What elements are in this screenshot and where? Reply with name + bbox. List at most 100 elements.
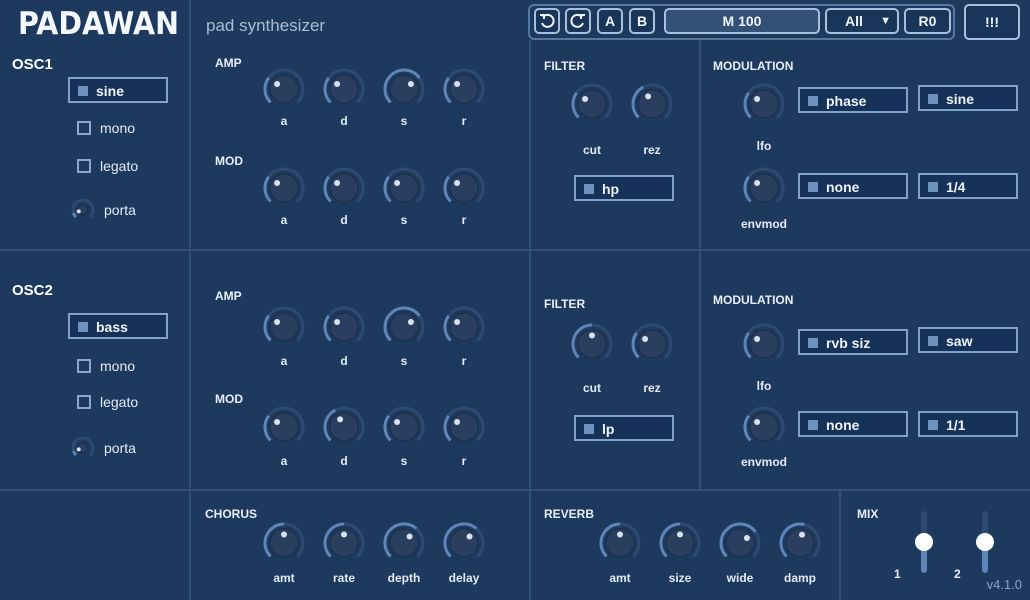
- osc1-env-target-select[interactable]: none: [798, 173, 908, 199]
- osc2-mod-d-label: d: [340, 454, 348, 468]
- osc1-amp-a-label: a: [280, 114, 288, 128]
- lfo-wave-indicator: [928, 94, 938, 104]
- osc1-filter-type-label: hp: [602, 181, 620, 197]
- osc2-cut-knob[interactable]: [570, 322, 614, 366]
- osc2-mod-s-label: s: [400, 454, 408, 468]
- osc1-amp-r-knob[interactable]: [442, 67, 486, 111]
- reverb-row-amt-label: amt: [609, 571, 631, 585]
- osc1-lfo-target-select[interactable]: phase: [798, 87, 908, 113]
- reverb-row-amt-knob[interactable]: [598, 521, 642, 565]
- osc1-mod-s-knob[interactable]: [382, 166, 426, 210]
- app-logo: PADAWAN: [18, 6, 179, 42]
- lfo-target-indicator: [808, 338, 818, 348]
- osc2-legato-checkbox[interactable]: [77, 395, 91, 409]
- mix-slider-2[interactable]: [974, 511, 996, 573]
- undo-button[interactable]: [534, 8, 560, 34]
- osc2-mod-title: MOD: [215, 392, 243, 406]
- osc2-amp-a-knob[interactable]: [262, 305, 306, 349]
- redo-icon: [570, 13, 585, 28]
- osc2-amp-r-knob[interactable]: [442, 305, 486, 349]
- osc1-rez-knob[interactable]: [630, 82, 674, 126]
- redo-button[interactable]: [565, 8, 591, 34]
- osc2-mono-checkbox[interactable]: [77, 359, 91, 373]
- osc2-lfo-target-select[interactable]: rvb siz: [798, 329, 908, 355]
- filter-type-indicator: [584, 424, 594, 434]
- chorus-title: CHORUS: [205, 507, 258, 521]
- osc1-env-target-label: none: [826, 179, 860, 195]
- preset-a-button[interactable]: A: [597, 8, 623, 34]
- reverb-row-size-label: size: [668, 571, 692, 585]
- reverb-row-damp-knob[interactable]: [778, 521, 822, 565]
- menu-button[interactable]: !!!: [964, 4, 1020, 40]
- undo-icon: [540, 13, 555, 28]
- osc2-filter-type-select[interactable]: lp: [574, 415, 674, 441]
- reverb-row-wide-label: wide: [726, 571, 754, 585]
- osc2-mod-d-knob[interactable]: [322, 405, 366, 449]
- osc1-lfo-wave-select[interactable]: sine: [918, 85, 1018, 111]
- category-label: All: [845, 13, 863, 29]
- osc2-env-rate-select[interactable]: 1/1: [918, 411, 1018, 437]
- osc1-lfo-wave-label: sine: [946, 91, 975, 107]
- chorus-row-delay-knob[interactable]: [442, 521, 486, 565]
- osc2-lfo-knob[interactable]: [742, 322, 786, 366]
- osc1-filter-title: FILTER: [544, 59, 586, 73]
- wave-indicator: [78, 322, 88, 332]
- osc1-amp-s-knob[interactable]: [382, 67, 426, 111]
- osc1-mod-d-knob[interactable]: [322, 166, 366, 210]
- osc2-wave-select[interactable]: bass: [68, 313, 168, 339]
- osc1-lfo-knob[interactable]: [742, 82, 786, 126]
- reverb-title: REVERB: [544, 507, 595, 521]
- osc2-modulation-title: MODULATION: [713, 293, 794, 307]
- osc1-lfo-label: lfo: [756, 139, 772, 153]
- osc1-porta-knob[interactable]: [70, 197, 96, 228]
- osc2-amp-s-label: s: [400, 354, 408, 368]
- mix-ch1-label: 1: [894, 567, 901, 581]
- osc1-filter-type-select[interactable]: hp: [574, 175, 674, 201]
- osc1-lfo-target-label: phase: [826, 93, 867, 109]
- osc2-filter-type-label: lp: [602, 421, 615, 437]
- osc2-env-target-select[interactable]: none: [798, 411, 908, 437]
- osc1-amp-a-knob[interactable]: [262, 67, 306, 111]
- preset-b-button[interactable]: B: [629, 8, 655, 34]
- osc2-env-target-label: none: [826, 417, 860, 433]
- osc1-env-rate-select[interactable]: 1/4: [918, 173, 1018, 199]
- osc2-mod-r-knob[interactable]: [442, 405, 486, 449]
- osc1-cut-label: cut: [583, 143, 601, 157]
- osc1-cut-knob[interactable]: [570, 82, 614, 126]
- osc1-legato-label: legato: [100, 158, 139, 174]
- chorus-row-depth-knob[interactable]: [382, 521, 426, 565]
- osc2-lfo-wave-select[interactable]: saw: [918, 327, 1018, 353]
- osc2-mono-label: mono: [100, 358, 136, 374]
- osc2-envmod-label: envmod: [740, 455, 787, 469]
- osc1-amp-d-knob[interactable]: [322, 67, 366, 111]
- osc1-title: OSC1: [12, 56, 53, 73]
- osc2-porta-knob[interactable]: [70, 435, 96, 466]
- osc1-amp-d-label: d: [340, 114, 348, 128]
- osc2-mod-a-knob[interactable]: [262, 405, 306, 449]
- osc1-mono-checkbox[interactable]: [77, 121, 91, 135]
- lfo-wave-indicator: [928, 336, 938, 346]
- osc1-envmod-knob[interactable]: [742, 166, 786, 210]
- osc2-envmod-knob[interactable]: [742, 405, 786, 449]
- app-subtitle: pad synthesizer: [206, 16, 326, 35]
- reverb-row-wide-knob[interactable]: [718, 521, 762, 565]
- preset-name-display[interactable]: M 100: [664, 8, 820, 34]
- osc2-amp-s-knob[interactable]: [382, 305, 426, 349]
- osc1-mono-label: mono: [100, 120, 136, 136]
- osc1-amp-title: AMP: [215, 56, 242, 70]
- osc2-mod-s-knob[interactable]: [382, 405, 426, 449]
- osc2-rez-knob[interactable]: [630, 322, 674, 366]
- osc2-lfo-wave-label: saw: [946, 333, 973, 349]
- reverb-row-size-knob[interactable]: [658, 521, 702, 565]
- osc1-mod-r-knob[interactable]: [442, 166, 486, 210]
- chorus-row-amt-knob[interactable]: [262, 521, 306, 565]
- osc2-env-rate-label: 1/1: [946, 417, 966, 433]
- osc2-amp-d-knob[interactable]: [322, 305, 366, 349]
- osc1-wave-select[interactable]: sine: [68, 77, 168, 103]
- chorus-row-rate-knob[interactable]: [322, 521, 366, 565]
- category-select[interactable]: All ▼: [825, 8, 899, 34]
- osc1-legato-checkbox[interactable]: [77, 159, 91, 173]
- rank-button[interactable]: R0: [904, 8, 951, 34]
- osc1-mod-a-knob[interactable]: [262, 166, 306, 210]
- mix-slider-1[interactable]: [913, 511, 935, 573]
